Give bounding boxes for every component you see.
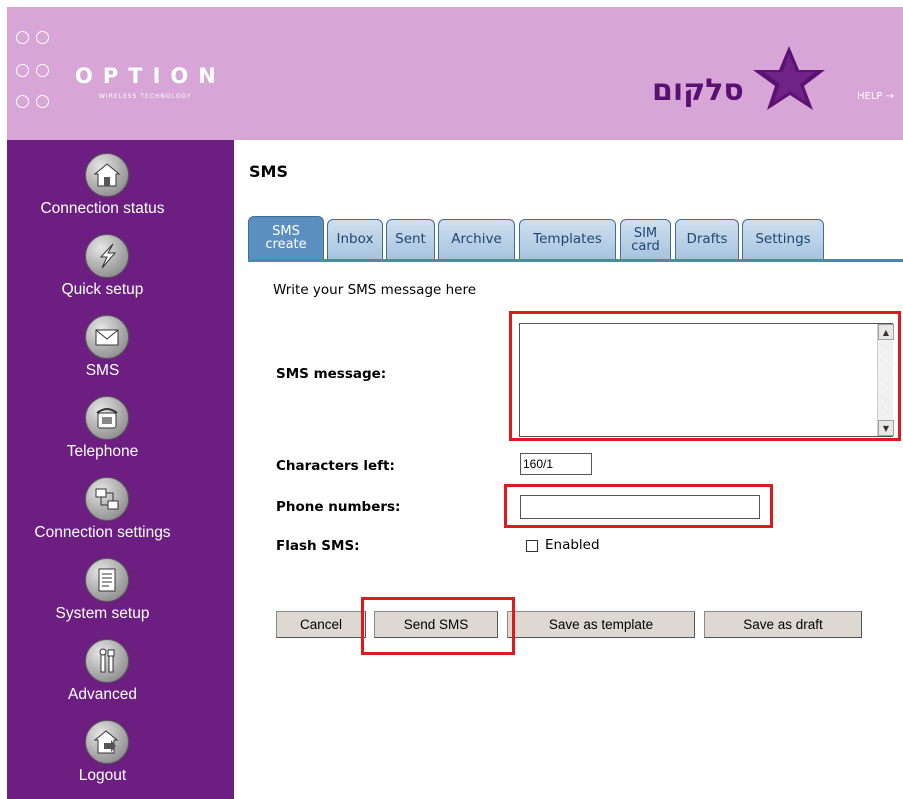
sidebar-item-advanced[interactable]: Advanced [7, 639, 234, 720]
main-content: SMS SMS create Inbox Sent Archive Templa… [234, 140, 903, 799]
tab-bar: SMS create Inbox Sent Archive Templates … [248, 216, 903, 262]
tab-bar-underline [248, 259, 903, 262]
app-window: OPTION WIRELESS TECHNOLOGY סלקום HELP → … [0, 0, 903, 799]
network-icon [85, 477, 129, 521]
flash-enabled-label: Enabled [545, 537, 600, 553]
logout-icon [85, 720, 129, 764]
star-icon [753, 46, 825, 110]
header-banner: OPTION WIRELESS TECHNOLOGY סלקום HELP → [7, 7, 903, 140]
characters-left-label: Characters left: [276, 458, 395, 474]
tab-label: Drafts [686, 231, 728, 247]
document-icon [85, 558, 129, 602]
telephone-icon [85, 396, 129, 440]
sidebar-item-label: Connection settings [34, 524, 171, 541]
sidebar-item-logout[interactable]: Logout [7, 720, 234, 799]
logo-ring-icon [36, 95, 49, 108]
sidebar-item-label: SMS [85, 362, 120, 379]
save-as-draft-button[interactable]: Save as draft [704, 611, 862, 638]
help-link[interactable]: HELP → [857, 91, 894, 102]
tab-templates[interactable]: Templates [519, 219, 616, 259]
sms-message-field: ▲ ▼ [519, 323, 894, 437]
cellcom-wordmark: סלקום [652, 73, 744, 108]
flash-sms-label: Flash SMS: [276, 538, 360, 554]
tab-sms-create[interactable]: SMS create [248, 216, 324, 259]
lightning-icon [85, 234, 129, 278]
logo-ring-icon [16, 64, 29, 77]
tab-drafts[interactable]: Drafts [675, 219, 739, 259]
tab-label-line2: card [631, 238, 660, 254]
sidebar-item-telephone[interactable]: Telephone [7, 396, 234, 477]
phone-numbers-label: Phone numbers: [276, 499, 401, 515]
flash-sms-checkbox[interactable] [526, 540, 538, 552]
envelope-icon [85, 315, 129, 359]
save-as-template-button[interactable]: Save as template [507, 611, 695, 638]
tab-label: Inbox [336, 231, 374, 247]
home-icon [85, 153, 129, 197]
intro-text: Write your SMS message here [273, 282, 477, 298]
sidebar-item-system-setup[interactable]: System setup [7, 558, 234, 639]
tab-label-line1: SIM [633, 225, 658, 241]
tab-label: Templates [533, 231, 602, 247]
tools-icon [85, 639, 129, 683]
scrollbar[interactable]: ▲ ▼ [877, 324, 894, 436]
tab-label-line2: create [265, 237, 307, 252]
sidebar-item-label: Telephone [66, 443, 139, 460]
sidebar-item-label: Advanced [68, 686, 137, 703]
sms-message-label: SMS message: [276, 366, 387, 382]
sidebar-item-label: Logout [78, 767, 127, 784]
page-title: SMS [249, 162, 288, 181]
sidebar-item-quick-setup[interactable]: Quick setup [7, 234, 234, 315]
scroll-down-icon[interactable]: ▼ [878, 420, 894, 436]
tab-sim-card[interactable]: SIM card [620, 219, 671, 259]
send-sms-button[interactable]: Send SMS [374, 611, 498, 638]
sidebar-item-label: Quick setup [61, 281, 144, 298]
logo-ring-icon [36, 31, 49, 44]
characters-left-field: 160/1 [520, 453, 592, 475]
scroll-up-icon[interactable]: ▲ [878, 324, 894, 340]
cancel-button[interactable]: Cancel [276, 611, 366, 638]
phone-numbers-input[interactable] [520, 495, 760, 519]
logo-ring-icon [16, 31, 29, 44]
tab-archive[interactable]: Archive [438, 219, 515, 259]
sidebar-item-connection-settings[interactable]: Connection settings [7, 477, 234, 558]
sidebar-item-connection-status[interactable]: Connection status [7, 153, 234, 234]
option-logo-tagline: WIRELESS TECHNOLOGY [99, 93, 192, 100]
sms-message-textarea[interactable] [520, 324, 877, 436]
tab-settings[interactable]: Settings [742, 219, 824, 259]
tab-label: Sent [395, 231, 426, 247]
tab-label: Settings [755, 231, 811, 247]
tab-sent[interactable]: Sent [386, 219, 435, 259]
tab-inbox[interactable]: Inbox [327, 219, 383, 259]
sidebar-nav: Connection status Quick setup SMS Teleph… [7, 140, 234, 799]
logo-ring-icon [16, 95, 29, 108]
sidebar-item-sms[interactable]: SMS [7, 315, 234, 396]
sidebar-item-label: System setup [55, 605, 150, 622]
tab-label: Archive [451, 231, 502, 247]
option-logo-wordmark: OPTION [75, 64, 226, 88]
logo-ring-icon [36, 64, 49, 77]
sidebar-item-label: Connection status [40, 200, 165, 217]
